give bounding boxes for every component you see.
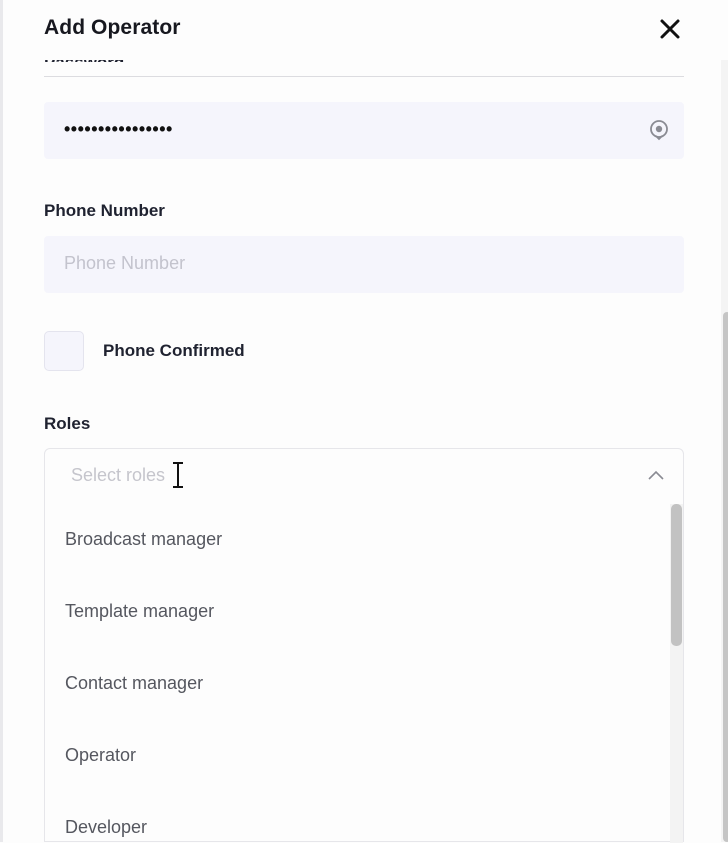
password-field[interactable]: ••••••••••••••••	[44, 102, 684, 159]
roles-options-list: Broadcast manager Template manager Conta…	[45, 504, 669, 843]
close-icon[interactable]	[657, 16, 683, 42]
phone-number-field[interactable]: Phone Number	[44, 236, 684, 293]
role-option-template-manager[interactable]: Template manager	[65, 601, 214, 622]
add-operator-modal: Password •••••••••••••••• Phone Number P…	[0, 0, 728, 843]
phone-number-label: Phone Number	[44, 201, 165, 220]
password-value: ••••••••••••••••	[64, 119, 173, 139]
role-option-broadcast-manager[interactable]: Broadcast manager	[65, 529, 222, 550]
role-option-contact-manager[interactable]: Contact manager	[65, 673, 203, 694]
close-button[interactable]	[657, 16, 683, 42]
modal-scrollbar-thumb[interactable]	[723, 312, 728, 842]
role-option-operator[interactable]: Operator	[65, 745, 136, 766]
modal-body: Password •••••••••••••••• Phone Number P…	[3, 0, 721, 843]
role-option-developer[interactable]: Developer	[65, 817, 147, 838]
modal-scrollbar[interactable]	[721, 0, 728, 842]
roles-select[interactable]: Select roles Broadcast manager Template …	[44, 448, 684, 843]
phone-confirmed-label: Phone Confirmed	[103, 341, 245, 360]
phone-confirmed-checkbox[interactable]	[44, 331, 84, 371]
roles-label: Roles	[44, 414, 91, 433]
roles-scrollbar-thumb[interactable]	[671, 504, 682, 646]
eye-icon[interactable]	[647, 118, 671, 142]
roles-placeholder: Select roles	[71, 465, 166, 485]
text-cursor-icon	[173, 462, 183, 488]
chevron-up-icon[interactable]	[647, 468, 665, 482]
header-divider	[44, 76, 684, 77]
modal-title: Add Operator	[44, 16, 181, 39]
phone-number-placeholder: Phone Number	[64, 253, 186, 273]
modal-header: Add Operator	[3, 0, 728, 60]
roles-scrollbar[interactable]	[670, 504, 683, 843]
